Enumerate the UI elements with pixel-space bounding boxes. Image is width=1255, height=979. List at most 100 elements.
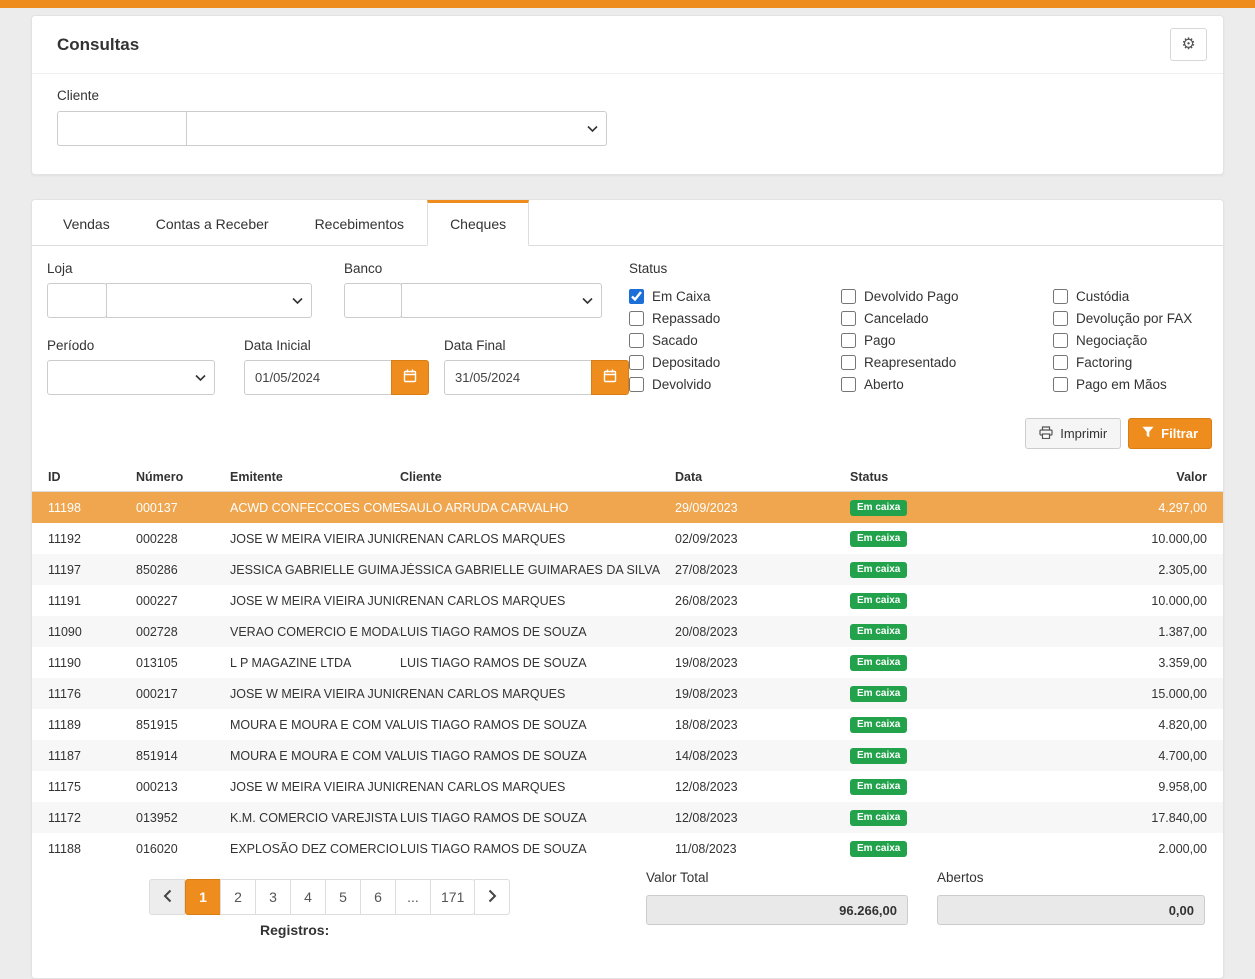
tab-cheques[interactable]: Cheques (427, 200, 529, 246)
status-checkbox-em-caixa[interactable] (629, 289, 644, 304)
data-inicial-input[interactable] (244, 360, 392, 395)
status-checkbox-custodia[interactable] (1053, 289, 1068, 304)
page-button-4[interactable]: 4 (290, 879, 326, 915)
periodo-select[interactable] (47, 360, 215, 395)
status-option-aberto[interactable]: Aberto (841, 373, 1053, 395)
status-checkbox-devolvido-pago[interactable] (841, 289, 856, 304)
cell-status: Em caixa (850, 809, 1040, 826)
page-button-5[interactable]: 5 (325, 879, 361, 915)
page-button-2[interactable]: 2 (220, 879, 256, 915)
table-row[interactable]: 11189851915MOURA E MOURA E COM VA…LUIS T… (32, 709, 1223, 740)
column-header-valor: Valor (1040, 470, 1207, 484)
status-checkbox-repassado[interactable] (629, 311, 644, 326)
cell-cliente: LUIS TIAGO RAMOS DE SOUZA (400, 656, 675, 670)
status-option-pago[interactable]: Pago (841, 329, 1053, 351)
loja-select[interactable] (106, 283, 312, 318)
cell-data: 18/08/2023 (675, 718, 850, 732)
status-option-cancelado[interactable]: Cancelado (841, 307, 1053, 329)
loja-filter: Loja (47, 261, 312, 318)
status-option-pago-em-maos[interactable]: Pago em Mãos (1053, 373, 1192, 395)
table-row[interactable]: 11176000217JOSE W MEIRA VIEIRA JUNIORREN… (32, 678, 1223, 709)
cliente-select[interactable] (186, 111, 607, 146)
table-row[interactable]: 11175000213JOSE W MEIRA VIEIRA JUNIORREN… (32, 771, 1223, 802)
tab-contas-a-receber[interactable]: Contas a Receber (133, 200, 292, 246)
cell-valor: 2.305,00 (1040, 563, 1207, 577)
cell-valor: 1.387,00 (1040, 625, 1207, 639)
table-row[interactable]: 11192000228JOSE W MEIRA VIEIRA JUNIORREN… (32, 523, 1223, 554)
pagination-next-button[interactable] (474, 879, 510, 915)
cell-valor: 4.297,00 (1040, 501, 1207, 515)
status-checkbox-aberto[interactable] (841, 377, 856, 392)
tab-recebimentos[interactable]: Recebimentos (292, 200, 428, 246)
status-option-depositado[interactable]: Depositado (629, 351, 841, 373)
cell-cliente: RENAN CARLOS MARQUES (400, 687, 675, 701)
cell-status: Em caixa (850, 623, 1040, 640)
data-final-label: Data Final (444, 338, 629, 353)
status-checkbox-devolvido[interactable] (629, 377, 644, 392)
status-option-devolucao-por-fax[interactable]: Devolução por FAX (1053, 307, 1192, 329)
status-checkbox-devolucao-por-fax[interactable] (1053, 311, 1068, 326)
status-option-sacado[interactable]: Sacado (629, 329, 841, 351)
status-option-factoring[interactable]: Factoring (1053, 351, 1192, 373)
cell-cliente: LUIS TIAGO RAMOS DE SOUZA (400, 718, 675, 732)
status-checkbox-depositado[interactable] (629, 355, 644, 370)
page-button-171[interactable]: 171 (430, 879, 475, 915)
data-inicial-calendar-button[interactable] (391, 360, 429, 395)
status-checkbox-pago-em-maos[interactable] (1053, 377, 1068, 392)
loja-code-input[interactable] (47, 283, 107, 318)
page-button-1[interactable]: 1 (185, 879, 221, 915)
table-row[interactable]: 11188016020EXPLOSÃO DEZ COMERCIO…LUIS TI… (32, 833, 1223, 858)
status-checkbox-label: Negociação (1076, 333, 1147, 348)
cell-numero: 000227 (136, 594, 230, 608)
page-button-6[interactable]: 6 (360, 879, 396, 915)
status-badge: Em caixa (850, 593, 907, 609)
status-checkbox-sacado[interactable] (629, 333, 644, 348)
status-option-repassado[interactable]: Repassado (629, 307, 841, 329)
status-checkbox-negociacao[interactable] (1053, 333, 1068, 348)
cliente-code-input[interactable] (57, 111, 187, 146)
cell-status: Em caixa (850, 685, 1040, 702)
settings-button[interactable]: ⚙ (1170, 28, 1207, 61)
status-columns: Em CaixaRepassadoSacadoDepositado Devolvi… (629, 285, 1214, 395)
cell-id: 11175 (48, 780, 136, 794)
banco-select-wrap (401, 283, 602, 318)
status-checkbox-label: Devolvido (652, 377, 711, 392)
status-option-reapresentado[interactable]: Reapresentado (841, 351, 1053, 373)
status-checkbox-pago[interactable] (841, 333, 856, 348)
status-option-custodia[interactable]: Custódia (1053, 285, 1192, 307)
cell-status: Em caixa (850, 654, 1040, 671)
table-row[interactable]: 11172013952K.M. COMERCIO VAREJISTA …LUIS… (32, 802, 1223, 833)
data-final-input[interactable] (444, 360, 592, 395)
pagination-prev-button[interactable] (149, 879, 185, 915)
status-option-devolvido-pago[interactable]: Devolvido Pago (841, 285, 1053, 307)
table-row[interactable]: 11198000137ACWD CONFECCOES COMER…SAULO A… (32, 492, 1223, 523)
tab-vendas[interactable]: Vendas (40, 200, 133, 246)
status-checkbox-reapresentado[interactable] (841, 355, 856, 370)
status-option-devolvido[interactable]: Devolvido (629, 373, 841, 395)
cell-emitente: MOURA E MOURA E COM VA… (230, 718, 400, 732)
status-checkbox-factoring[interactable] (1053, 355, 1068, 370)
table-row[interactable]: 11197850286JESSICA GABRIELLE GUIMA…JÉSSI… (32, 554, 1223, 585)
table-row[interactable]: 11190013105L P MAGAZINE LTDALUIS TIAGO R… (32, 647, 1223, 678)
column-header-status: Status (850, 470, 1040, 484)
table-row[interactable]: 11191000227JOSE W MEIRA VIEIRA JUNIORREN… (32, 585, 1223, 616)
cell-status: Em caixa (850, 561, 1040, 578)
imprimir-button[interactable]: Imprimir (1025, 418, 1121, 449)
pagination: 123456...171 (149, 879, 510, 915)
status-checkbox-label: Cancelado (864, 311, 929, 326)
periodo-filter: Período (47, 338, 215, 395)
cell-id: 11188 (48, 842, 136, 856)
status-option-em-caixa[interactable]: Em Caixa (629, 285, 841, 307)
filtrar-button[interactable]: Filtrar (1128, 418, 1212, 449)
banco-select[interactable] (401, 283, 602, 318)
cliente-label: Cliente (57, 88, 1198, 103)
status-checkbox-cancelado[interactable] (841, 311, 856, 326)
data-final-calendar-button[interactable] (591, 360, 629, 395)
column-header-emitente: Emitente (230, 470, 400, 484)
table-row[interactable]: 11187851914MOURA E MOURA E COM VA…LUIS T… (32, 740, 1223, 771)
status-option-negociacao[interactable]: Negociação (1053, 329, 1192, 351)
column-header-id: ID (48, 470, 136, 484)
banco-code-input[interactable] (344, 283, 402, 318)
page-button-3[interactable]: 3 (255, 879, 291, 915)
table-row[interactable]: 11090002728VERAO COMERCIO E MODAS…LUIS T… (32, 616, 1223, 647)
